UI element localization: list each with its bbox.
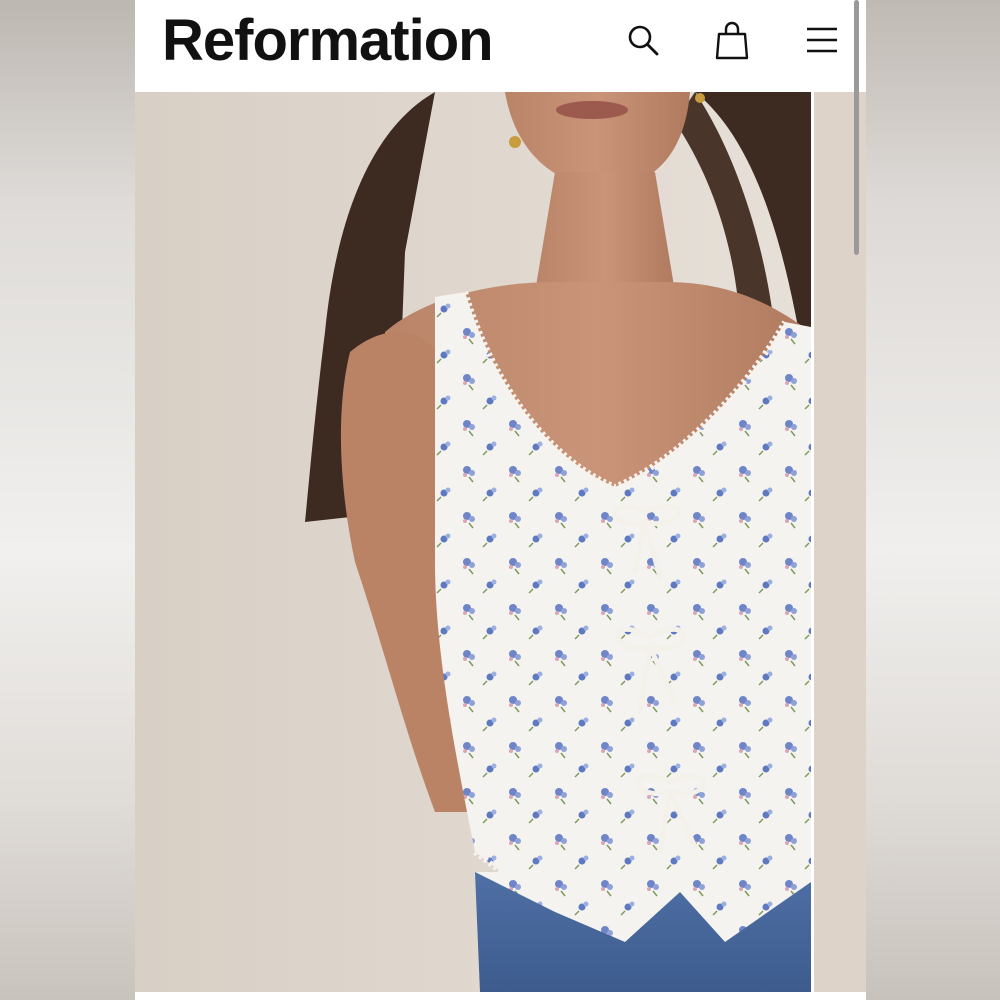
blurred-background-right [866, 0, 1000, 1000]
product-image[interactable] [135, 92, 811, 992]
hamburger-menu-icon [807, 27, 837, 53]
cart-button[interactable] [710, 18, 754, 62]
mobile-screen: Reformation [135, 0, 866, 1000]
bottom-strip [135, 992, 866, 1000]
product-photo-floral-corset-top [305, 92, 811, 992]
shopping-bag-icon [715, 21, 749, 60]
menu-button[interactable] [800, 18, 844, 62]
search-icon [628, 25, 659, 56]
site-header: Reformation [135, 0, 866, 92]
search-button[interactable] [621, 18, 665, 62]
brand-logo[interactable]: Reformation [162, 6, 494, 76]
blurred-background-left [0, 0, 135, 1000]
scrollbar[interactable] [854, 0, 859, 255]
